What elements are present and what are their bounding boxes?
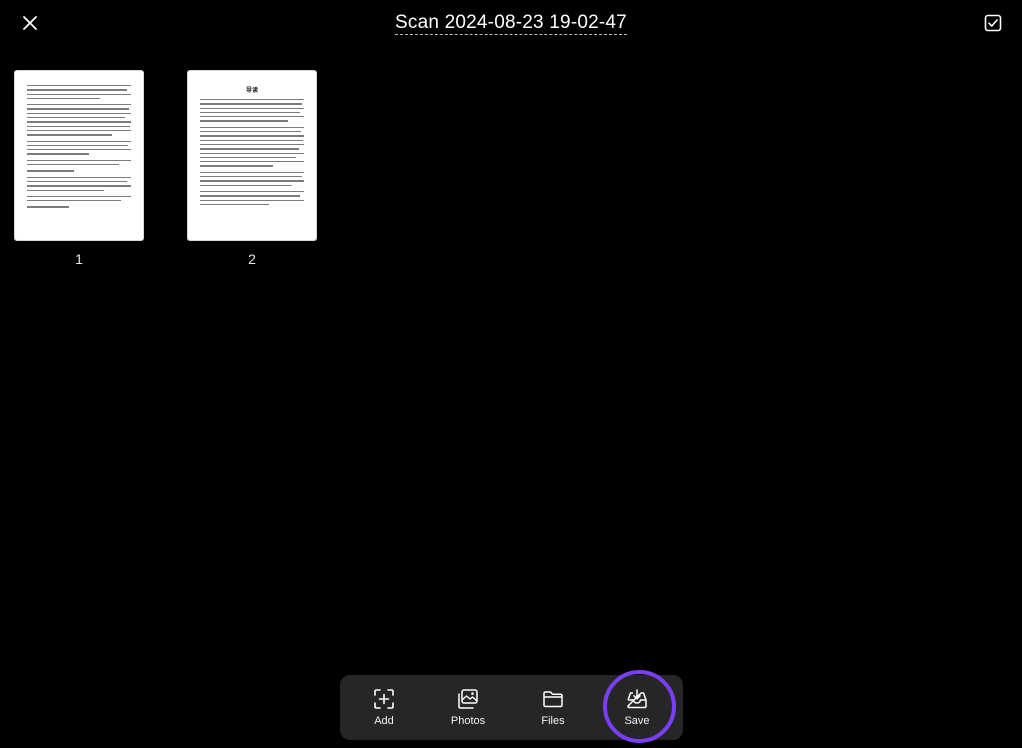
checkbox-icon bbox=[984, 14, 1002, 32]
add-label: Add bbox=[374, 715, 394, 727]
save-tray-icon bbox=[627, 689, 647, 709]
photos-label: Photos bbox=[450, 715, 486, 727]
save-button[interactable]: Save bbox=[602, 675, 672, 740]
files-label: Files bbox=[541, 715, 565, 727]
photos-icon bbox=[458, 689, 478, 709]
scan-editor-screen: Scan 2024-08-23 19-02-47 1 导读 2 Add Phot… bbox=[0, 0, 1022, 748]
bottom-toolbar: Add Photos Files Save bbox=[340, 675, 683, 740]
page-number-label: 1 bbox=[75, 251, 83, 267]
select-pages-button[interactable] bbox=[981, 11, 1005, 35]
page-thumbnail-2[interactable]: 导读 bbox=[187, 70, 317, 241]
scan-add-icon bbox=[374, 689, 394, 709]
photos-button[interactable]: Photos bbox=[433, 675, 503, 740]
folder-icon bbox=[543, 691, 563, 708]
document-title[interactable]: Scan 2024-08-23 19-02-47 bbox=[0, 12, 1022, 35]
page-number-label: 2 bbox=[248, 251, 256, 267]
top-bar: Scan 2024-08-23 19-02-47 bbox=[0, 0, 1022, 46]
page-text-lines bbox=[27, 85, 131, 211]
page-heading: 导读 bbox=[245, 87, 258, 94]
page-thumbnail-1[interactable] bbox=[14, 70, 144, 241]
files-button[interactable]: Files bbox=[518, 675, 588, 740]
page-text-lines bbox=[200, 99, 304, 208]
save-label: Save bbox=[624, 715, 650, 727]
document-title-text[interactable]: Scan 2024-08-23 19-02-47 bbox=[395, 12, 627, 35]
add-button[interactable]: Add bbox=[349, 675, 419, 740]
